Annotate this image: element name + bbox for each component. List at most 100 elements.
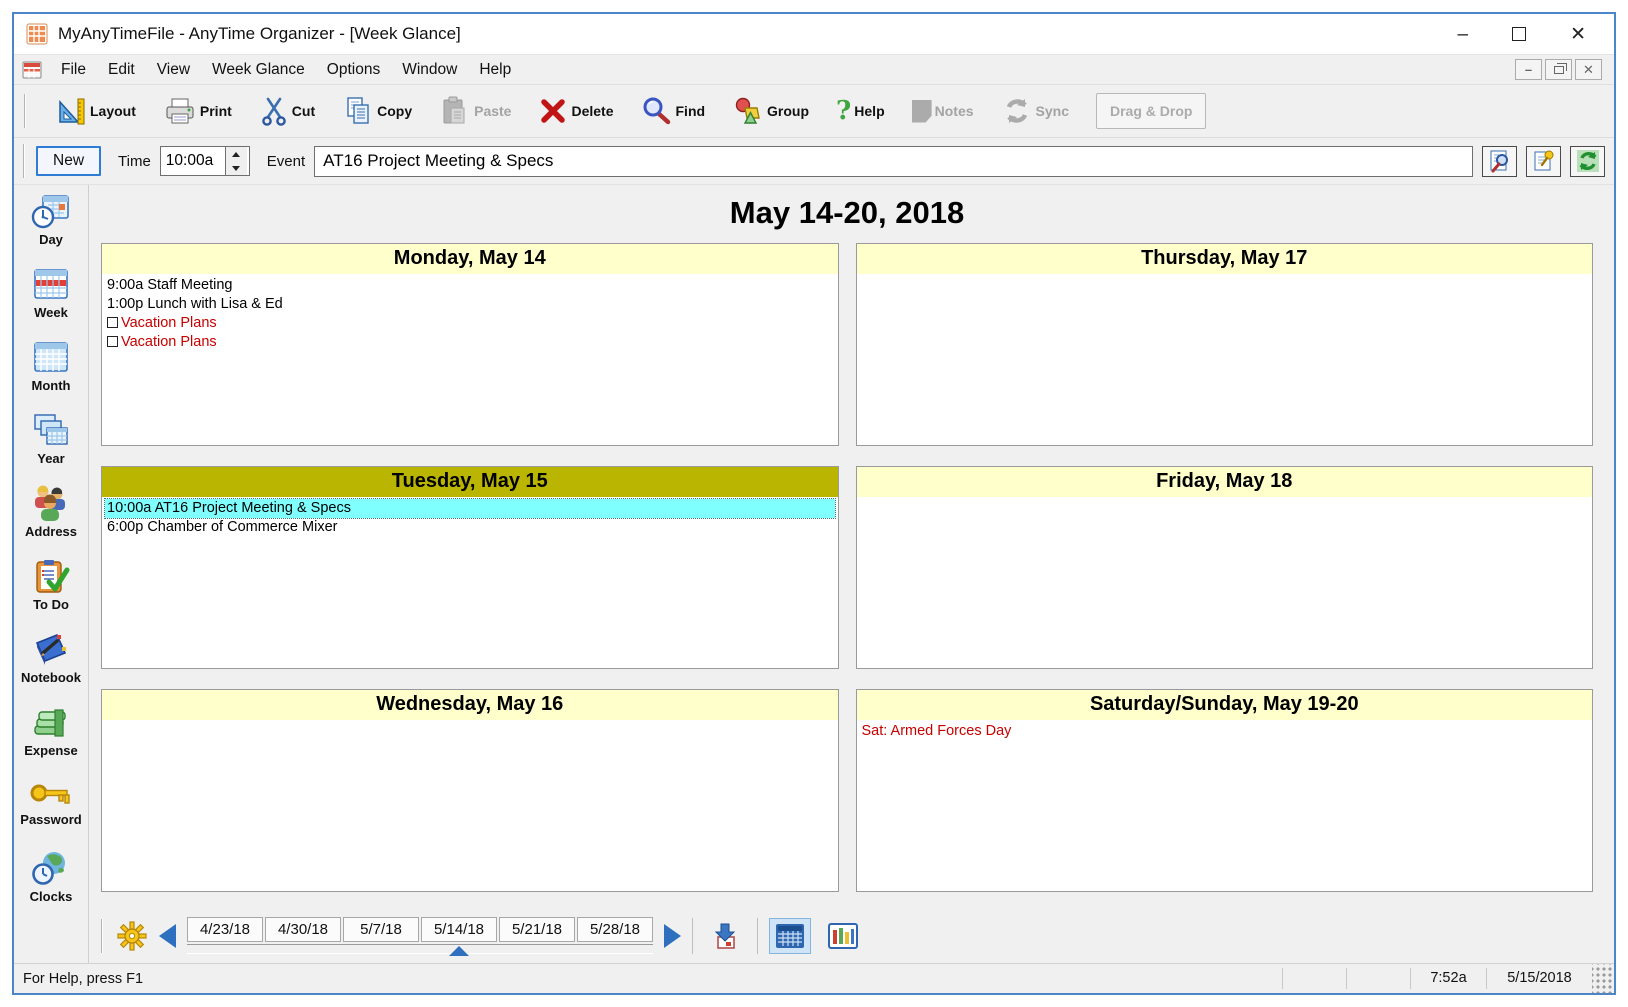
day-panel-grid: Monday, May 14 9:00a Staff Meeting 1:00p… <box>101 243 1593 908</box>
close-icon[interactable]: ✕ <box>1570 25 1586 44</box>
week-tab[interactable]: 4/23/18 <box>187 917 263 942</box>
week-tab[interactable]: 5/7/18 <box>343 917 419 942</box>
notes-button[interactable]: Notes <box>912 100 974 123</box>
week-view-button[interactable] <box>769 918 811 954</box>
menu-edit[interactable]: Edit <box>97 58 146 82</box>
next-week-arrow[interactable] <box>664 924 681 948</box>
main-toolbar: Layout Print Cut <box>14 85 1614 138</box>
status-bar: For Help, press F1 7:52a 5/15/2018 <box>14 963 1614 993</box>
print-button[interactable]: Print <box>163 95 232 127</box>
sidebar-label-clocks: Clocks <box>30 889 73 904</box>
mdi-minimize-icon[interactable]: – <box>1515 59 1542 80</box>
time-label: Time <box>118 153 151 170</box>
day-panel-thursday[interactable]: Thursday, May 17 <box>856 243 1594 446</box>
day-panel-weekend[interactable]: Saturday/Sunday, May 19-20 Sat: Armed Fo… <box>856 689 1594 892</box>
previous-week-arrow[interactable] <box>159 924 176 948</box>
find-label: Find <box>676 103 706 119</box>
resize-grip[interactable] <box>1592 964 1614 993</box>
menu-help[interactable]: Help <box>468 58 522 82</box>
find-button[interactable]: Find <box>641 95 706 127</box>
day-panel-friday[interactable]: Friday, May 18 <box>856 466 1594 669</box>
sidebar-item-clocks[interactable]: Clocks <box>30 850 73 923</box>
week-tab[interactable]: 5/21/18 <box>499 917 575 942</box>
new-button[interactable]: New <box>36 146 101 176</box>
sidebar-label-notebook: Notebook <box>21 670 81 685</box>
event-item[interactable]: 6:00p Chamber of Commerce Mixer <box>105 518 835 537</box>
sidebar-item-month[interactable]: Month <box>31 339 71 412</box>
print-label: Print <box>200 103 232 119</box>
status-time: 7:52a <box>1410 968 1486 988</box>
toolbar-grip[interactable] <box>24 94 26 128</box>
recurrence-button[interactable] <box>1570 146 1605 177</box>
event-input[interactable] <box>314 146 1473 177</box>
menu-options[interactable]: Options <box>316 58 391 82</box>
time-spin-down-icon[interactable] <box>226 161 247 175</box>
todo-item[interactable]: Vacation Plans <box>105 333 835 352</box>
menu-view[interactable]: View <box>146 58 201 82</box>
layout-icon <box>55 95 87 127</box>
pin-event-button[interactable] <box>1526 146 1561 177</box>
todo-icon <box>31 558 71 596</box>
week-tab[interactable]: 4/30/18 <box>265 917 341 942</box>
status-segment <box>1282 968 1346 988</box>
selected-event-item[interactable]: 10:00a AT16 Project Meeting & Specs <box>105 499 835 518</box>
mdi-restore-icon[interactable] <box>1545 59 1572 80</box>
find-icon <box>641 95 673 127</box>
sidebar-label-address: Year <box>37 451 64 466</box>
sidebar-item-day[interactable]: Day <box>31 193 71 266</box>
day-header-monday: Monday, May 14 <box>102 244 838 274</box>
menu-week-glance[interactable]: Week Glance <box>201 58 316 82</box>
sync-icon <box>1001 95 1033 127</box>
menu-window[interactable]: Window <box>391 58 468 82</box>
minimize-icon[interactable]: – <box>1458 25 1469 44</box>
day-panel-tuesday[interactable]: Tuesday, May 15 10:00a AT16 Project Meet… <box>101 466 839 669</box>
navbar-grip[interactable] <box>101 919 103 953</box>
cut-button[interactable]: Cut <box>259 95 315 127</box>
todo-item[interactable]: Vacation Plans <box>105 314 835 333</box>
sidebar-item-expense[interactable]: Expense <box>24 704 77 777</box>
event-item[interactable]: 9:00a Staff Meeting <box>105 276 835 295</box>
sync-button[interactable]: Sync <box>1001 95 1069 127</box>
sidebar-item-todo[interactable]: To Do <box>31 558 71 631</box>
entrybar-grip[interactable] <box>23 144 25 178</box>
settings-gear-icon[interactable] <box>116 920 148 952</box>
event-item[interactable]: 1:00p Lunch with Lisa & Ed <box>105 295 835 314</box>
week-nav-bar: 4/23/18 4/30/18 5/7/18 5/14/18 5/21/18 5… <box>89 908 1614 963</box>
sidebar-item-notebook[interactable]: Notebook <box>21 631 81 704</box>
delete-button[interactable]: Delete <box>538 96 613 126</box>
goto-date-button[interactable] <box>704 918 746 954</box>
maximize-icon[interactable] <box>1512 27 1526 41</box>
group-button[interactable]: Group <box>732 95 809 127</box>
sidebar-item-address[interactable]: Address <box>25 485 77 558</box>
goto-date-icon <box>710 921 740 951</box>
day-panel-monday[interactable]: Monday, May 14 9:00a Staff Meeting 1:00p… <box>101 243 839 446</box>
mdi-close-icon[interactable]: ✕ <box>1575 59 1602 80</box>
app-icon <box>26 23 48 45</box>
drag-drop-button[interactable]: Drag & Drop <box>1096 93 1206 129</box>
time-spin-up-icon[interactable] <box>226 147 247 161</box>
sidebar-label-month: Month <box>32 378 71 393</box>
todo-checkbox[interactable] <box>107 317 118 328</box>
find-event-button[interactable] <box>1482 146 1517 177</box>
layout-button[interactable]: Layout <box>55 95 136 127</box>
chart-view-button[interactable] <box>822 918 864 954</box>
day-panel-wednesday[interactable]: Wednesday, May 16 <box>101 689 839 892</box>
copy-button[interactable]: Copy <box>342 95 412 127</box>
sidebar-item-password[interactable]: Password <box>20 777 81 850</box>
help-button[interactable]: ? Help <box>836 100 885 122</box>
time-input[interactable] <box>161 147 225 175</box>
year-icon <box>31 412 71 450</box>
todo-checkbox[interactable] <box>107 336 118 347</box>
delete-icon <box>538 96 568 126</box>
chart-view-icon <box>827 922 859 950</box>
sidebar-item-year[interactable]: Year <box>31 412 71 485</box>
sidebar-item-week[interactable]: Week <box>31 266 71 339</box>
paste-button[interactable]: Paste <box>439 95 511 127</box>
week-tab-selected[interactable]: 5/14/18 <box>421 917 497 942</box>
week-glance-view: May 14-20, 2018 Monday, May 14 9:00a Sta… <box>89 185 1614 908</box>
week-slider-marker[interactable] <box>449 946 469 956</box>
calendar-menu-icon <box>22 60 42 80</box>
week-tab[interactable]: 5/28/18 <box>577 917 653 942</box>
menu-file[interactable]: File <box>50 58 97 82</box>
week-slider-track[interactable] <box>187 944 653 954</box>
